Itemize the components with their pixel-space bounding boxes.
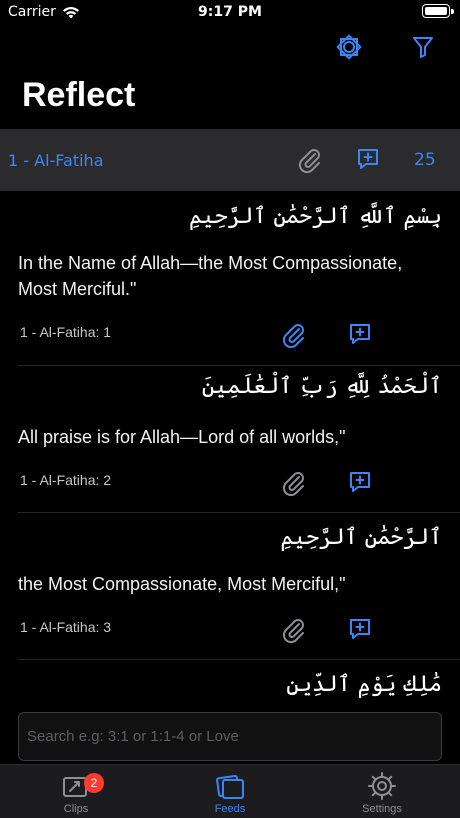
paperclip-icon (282, 472, 304, 497)
verse-translation: All praise is for Allah—Lord of all worl… (18, 427, 346, 447)
verse-card: بِسْمِ ٱللَّهِ ٱلرَّحْمَٰنِ ٱلرَّحِيمِ I… (0, 192, 460, 366)
surah-row[interactable]: 1 - Al-Fatiha 25 (0, 129, 460, 191)
verse-comment-button[interactable] (348, 470, 372, 498)
verse-arabic: ٱلْحَمْدُ لِلَّهِ رَبِّ ٱلْعَٰلَمِينَ (201, 374, 442, 399)
verse-translation: the Most Compassionate, Most Merciful," (18, 574, 346, 594)
paperclip-icon (298, 149, 320, 174)
surah-name[interactable]: 1 - Al-Fatiha (8, 151, 104, 170)
battery-tip (451, 9, 454, 14)
tab-feeds[interactable]: Feeds (180, 771, 280, 815)
surah-comment-button[interactable] (356, 147, 380, 175)
search-input[interactable] (19, 713, 441, 760)
verse-comment-button[interactable] (348, 322, 372, 350)
filter-button[interactable] (408, 32, 438, 62)
quran-emblem-button[interactable] (334, 32, 364, 62)
status-bar: Carrier 9:17 PM (0, 0, 460, 24)
page-title: Reflect (22, 76, 136, 114)
tab-bar: Clips 2 Feeds Settings (0, 764, 460, 818)
tab-settings[interactable]: Settings (332, 771, 432, 815)
gear-icon (368, 772, 396, 800)
add-comment-icon (358, 149, 378, 169)
reflection-count: 25 (414, 150, 436, 170)
quran-emblem-icon (336, 34, 362, 60)
verse-clip-button[interactable] (282, 322, 306, 352)
verse-comment-button[interactable] (348, 617, 372, 645)
verse-arabic: مَٰلِكِ يَوْمِ ٱلدِّينِ (286, 672, 442, 697)
add-comment-icon (350, 619, 370, 639)
tab-label: Settings (362, 803, 402, 815)
clips-badge: 2 (84, 773, 104, 793)
verse-reference: 1 - Al-Fatiha: 1 (20, 324, 112, 340)
tab-clips[interactable]: Clips 2 (26, 771, 126, 815)
surah-clip-button[interactable] (298, 147, 322, 177)
verse-reference: 1 - Al-Fatiha: 2 (20, 472, 112, 488)
add-comment-icon (350, 472, 370, 492)
verse-card: ٱلْحَمْدُ لِلَّهِ رَبِّ ٱلْعَٰلَمِينَ Al… (0, 366, 460, 512)
verse-reference: 1 - Al-Fatiha: 3 (20, 619, 112, 635)
search-box[interactable] (18, 712, 442, 761)
filter-icon (413, 37, 433, 58)
verse-arabic: ٱلرَّحْمَٰنِ ٱلرَّحِيمِ (280, 525, 442, 550)
paperclip-icon (282, 619, 304, 644)
verse-card: مَٰلِكِ يَوْمِ ٱلدِّينِ (0, 660, 460, 712)
verse-translation: In the Name of Allah—the Most Compassion… (18, 253, 403, 299)
feeds-icon (216, 774, 244, 799)
tab-label: Clips (63, 803, 89, 815)
verse-arabic: بِسْمِ ٱللَّهِ ٱلرَّحْمَٰنِ ٱلرَّحِيمِ (188, 204, 442, 229)
top-toolbar (334, 32, 438, 62)
verse-clip-button[interactable] (282, 617, 306, 647)
verse-clip-button[interactable] (282, 470, 306, 500)
status-time: 9:17 PM (198, 4, 262, 20)
battery-icon (422, 4, 450, 18)
add-comment-icon (350, 324, 370, 344)
paperclip-icon (282, 324, 304, 349)
tab-label: Feeds (214, 803, 246, 815)
verse-card: ٱلرَّحْمَٰنِ ٱلرَّحِيمِ the Most Compass… (0, 513, 460, 659)
